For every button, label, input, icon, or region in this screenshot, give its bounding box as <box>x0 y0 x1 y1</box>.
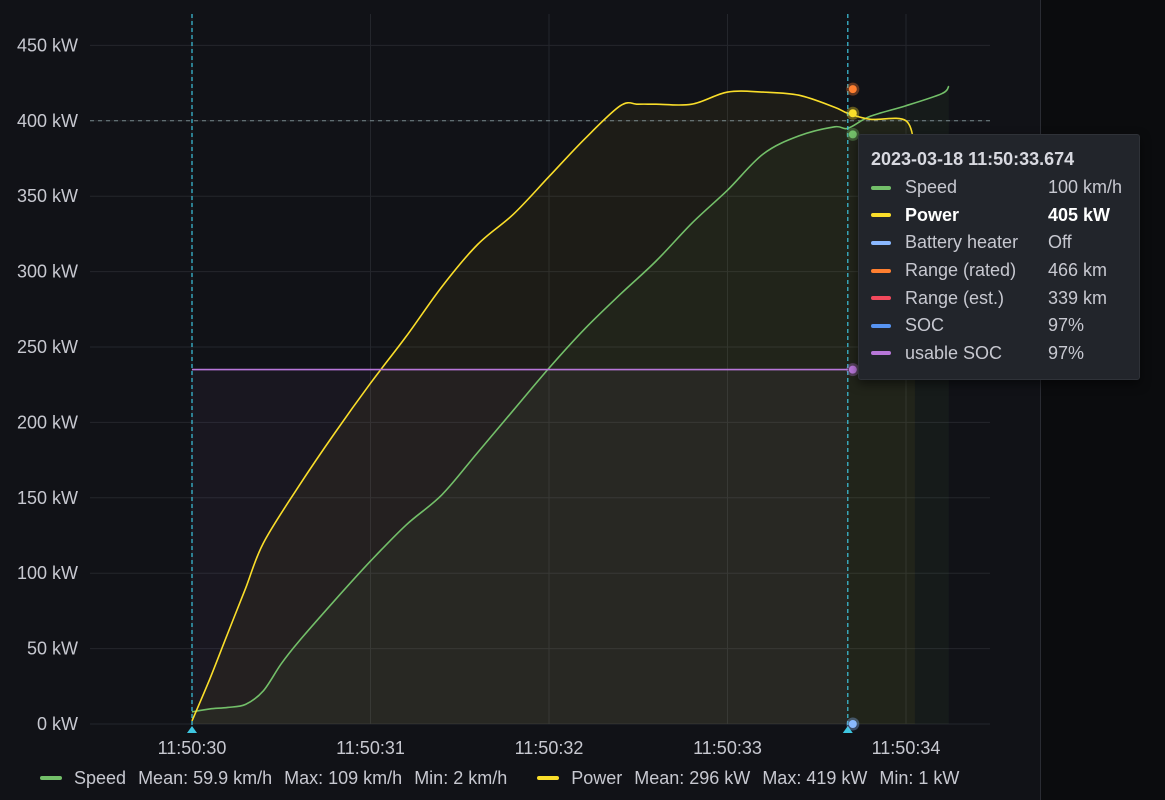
x-tick-label: 11:50:33 <box>693 738 762 758</box>
legend-max: Max: 109 km/h <box>284 767 403 788</box>
legend-item-speed[interactable]: Speed Mean: 59.9 km/h Max: 109 km/h Min: 2 … <box>40 768 519 789</box>
tooltip-swatch <box>871 213 891 218</box>
tooltip-swatch <box>871 323 891 328</box>
tooltip-row-power: Power 405 kW <box>871 202 1127 230</box>
side-panel-background <box>1040 0 1165 800</box>
legend-min: Min: 2 km/h <box>414 767 508 788</box>
y-tick-label: 100 kW <box>17 563 78 583</box>
tooltip-series-value: Off <box>1048 232 1072 253</box>
y-tick-label: 250 kW <box>17 337 78 357</box>
x-tick-label: 11:50:31 <box>336 738 405 758</box>
tooltip-row-speed: Speed 100 km/h <box>871 174 1127 202</box>
tooltip-row-range-rated: Range (rated) 466 km <box>871 257 1127 285</box>
y-tick-label: 200 kW <box>17 412 78 432</box>
tooltip-series-name: Power <box>905 204 960 225</box>
y-tick-label: 350 kW <box>17 186 78 206</box>
y-tick-label: 450 kW <box>17 35 78 55</box>
tooltip-swatch <box>871 240 891 245</box>
chart-legend: Speed Mean: 59.9 km/h Max: 109 km/h Min: 2 … <box>40 765 989 791</box>
tooltip-swatch <box>871 296 891 301</box>
hover-tooltip: 2023-03-18 11:50:33.674 Speed 100 km/h Pow… <box>858 134 1140 380</box>
tooltip-time: 2023-03-18 11:50:33.674 <box>871 149 1075 169</box>
tooltip-row-soc: SOC 97% <box>871 312 1127 340</box>
y-tick-label: 50 kW <box>27 639 78 659</box>
power-hover-point <box>848 109 857 118</box>
tooltip-row-battery-heater: Battery heater Off <box>871 229 1127 257</box>
tooltip-series-value: 339 km <box>1048 287 1108 308</box>
speed-hover-point <box>848 130 857 139</box>
tooltip-swatch <box>871 351 891 356</box>
tooltip-series-name: Speed <box>905 177 958 198</box>
tooltip-series-name: Battery heater <box>905 232 1019 253</box>
x-tick-label: 11:50:30 <box>158 738 227 758</box>
tooltip-series-name: usable SOC <box>905 342 1003 363</box>
tooltip-swatch <box>871 268 891 273</box>
tooltip-series-value: 97% <box>1048 342 1085 363</box>
usable-soc-area <box>192 369 848 724</box>
y-tick-label: 150 kW <box>17 488 78 508</box>
legend-series-name: Speed <box>74 767 127 788</box>
tooltip-series-value: 405 kW <box>1048 204 1111 225</box>
y-axis-ticks: 0 kW 50 kW 100 kW 150 kW 200 kW 250 kW 300 kW 3… <box>17 35 78 734</box>
x-axis-ticks: 11:50:30 11:50:31 11:50:32 11:50:33 11:50:34 <box>158 738 941 758</box>
tooltip-series-value: 466 km <box>1048 260 1108 281</box>
legend-item-power[interactable]: Power Mean: 296 kW Max: 419 kW Min: 1 kW <box>537 768 971 789</box>
legend-swatch <box>537 776 560 780</box>
tooltip-series-name: Range (est.) <box>905 287 1005 308</box>
x-tick-label: 11:50:34 <box>872 738 941 758</box>
chart-plot[interactable]: 0 kW 50 kW 100 kW 150 kW 200 kW 250 kW 300 kW 3… <box>0 0 1040 800</box>
tooltip-row-usable-soc: usable SOC 97% <box>871 340 1127 368</box>
tooltip-series-value: 100 km/h <box>1048 177 1123 198</box>
y-tick-label: 0 kW <box>37 714 78 734</box>
range-rated-hover-point <box>848 85 857 94</box>
annotation-start-marker <box>187 726 197 733</box>
legend-min: Min: 1 kW <box>879 767 960 788</box>
legend-swatch <box>40 776 62 780</box>
legend-series-name: Power <box>571 767 623 788</box>
x-tick-label: 11:50:32 <box>515 738 584 758</box>
tooltip-series-value: 97% <box>1048 315 1085 336</box>
tooltip-row-range-est: Range (est.) 339 km <box>871 284 1127 312</box>
y-tick-label: 300 kW <box>17 262 78 282</box>
legend-mean: Mean: 296 kW <box>634 767 751 788</box>
series-fills <box>192 86 949 725</box>
tooltip-series-name: Range (rated) <box>905 260 1017 281</box>
legend-max: Max: 419 kW <box>762 767 868 788</box>
tooltip-swatch <box>871 185 891 190</box>
y-tick-label: 400 kW <box>17 111 78 131</box>
tooltip-series-name: SOC <box>905 315 945 336</box>
battery-heater-hover-point <box>848 720 857 728</box>
legend-mean: Mean: 59.9 km/h <box>138 767 273 788</box>
usable-soc-hover-point <box>848 365 857 374</box>
tooltip-rows: Speed 100 km/h Power 405 kW Battery heater Of… <box>871 174 1127 367</box>
